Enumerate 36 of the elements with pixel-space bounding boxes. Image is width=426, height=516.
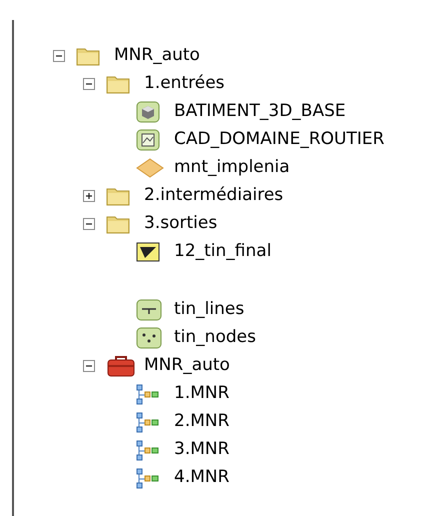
toolbox-icon: [106, 354, 136, 378]
line-layer-icon: [136, 299, 162, 321]
folder-icon: [76, 46, 100, 66]
collapse-toggle[interactable]: [83, 218, 95, 230]
tin-layer-icon: [136, 242, 160, 262]
tree-item-label[interactable]: 3.MNR: [174, 437, 230, 463]
tree-item-label[interactable]: BATIMENT_3D_BASE: [174, 99, 346, 125]
collapse-toggle[interactable]: [83, 78, 95, 90]
tree-item-label[interactable]: tin_lines: [174, 297, 244, 323]
model-icon: [136, 411, 160, 433]
folder-icon: [106, 74, 130, 94]
tree-item-label[interactable]: mnt_implenia: [174, 155, 290, 181]
cube-icon: [136, 101, 160, 123]
plus-icon: [85, 192, 93, 200]
collapse-toggle[interactable]: [83, 360, 95, 372]
tree-item-label[interactable]: 4.MNR: [174, 465, 230, 491]
point-layer-icon: [136, 327, 162, 349]
folder-icon: [106, 186, 130, 206]
tree-item-label[interactable]: 12_tin_final: [174, 239, 272, 265]
model-icon: [136, 467, 160, 489]
tree-item-label[interactable]: tin_nodes: [174, 325, 256, 351]
model-icon: [136, 383, 160, 405]
expand-toggle[interactable]: [83, 190, 95, 202]
tree-item-label[interactable]: 1.MNR: [174, 381, 230, 407]
diamond-icon: [136, 158, 164, 178]
collapse-toggle[interactable]: [53, 50, 65, 62]
cad-drawing-icon: [136, 129, 160, 151]
folder-icon: [106, 214, 130, 234]
tree-item-label[interactable]: 3.sorties: [144, 211, 218, 237]
tree-item-label[interactable]: MNR_auto: [114, 43, 200, 69]
tree-item-label[interactable]: 2.MNR: [174, 409, 230, 435]
tree-item-label[interactable]: 1.entrées: [144, 71, 225, 97]
tree-item-label[interactable]: CAD_DOMAINE_ROUTIER: [174, 127, 384, 153]
model-icon: [136, 439, 160, 461]
tree-item-label[interactable]: MNR_auto: [144, 353, 230, 379]
tree-item-label[interactable]: 2.intermédiaires: [144, 183, 284, 209]
